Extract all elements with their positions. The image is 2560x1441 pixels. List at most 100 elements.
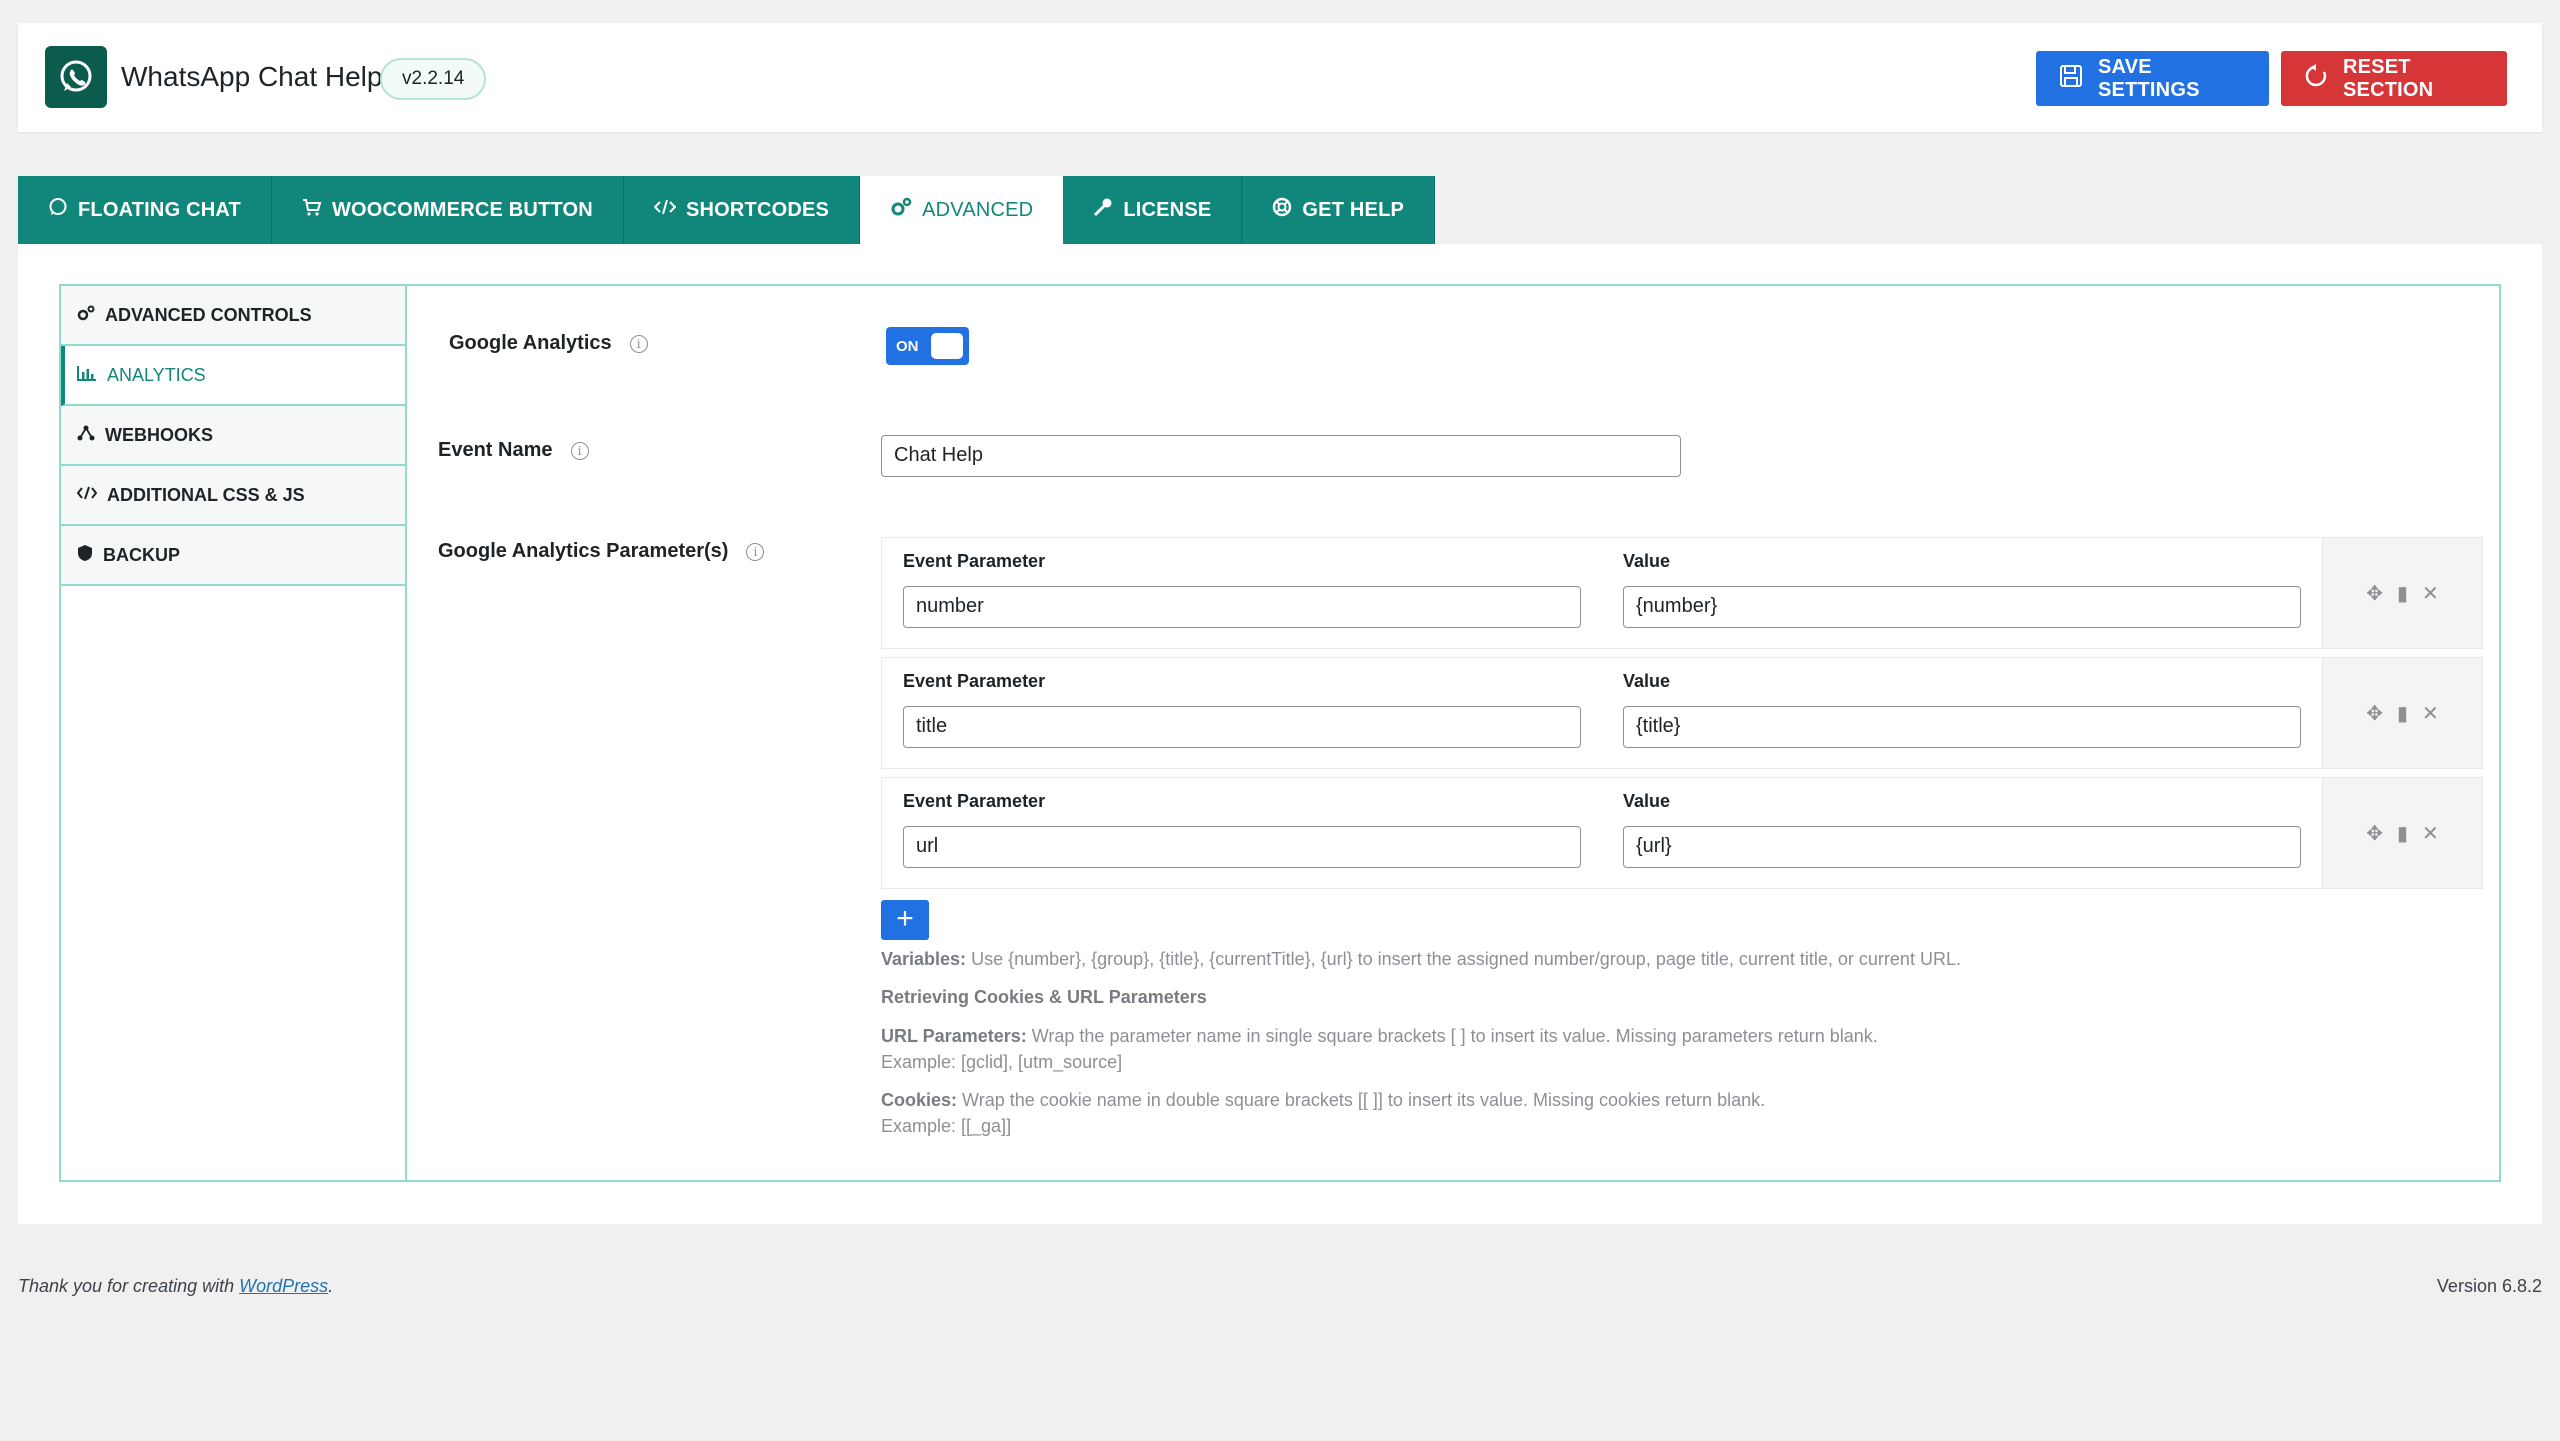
event-parameter-input[interactable]: number: [903, 586, 1581, 628]
version-badge: v2.2.14: [380, 58, 487, 100]
clone-icon[interactable]: ▮: [2397, 821, 2408, 846]
parameter-row: Event Parameter title Value {title} ✥ ▮ …: [881, 657, 2483, 769]
value-input[interactable]: {title}: [1623, 706, 2301, 748]
tab-shortcodes[interactable]: SHORTCODES: [624, 176, 861, 244]
event-name-input[interactable]: Chat Help: [881, 435, 1681, 477]
google-analytics-label-group: Google Analytics i: [449, 332, 648, 355]
footer-version: Version 6.8.2: [2436, 1276, 2542, 1296]
app-title: WhatsApp Chat Help: [121, 61, 383, 92]
row-tools: ✥ ▮ ✕: [2322, 538, 2482, 648]
clone-icon[interactable]: ▮: [2397, 581, 2408, 606]
save-settings-label: SAVE SETTINGS: [2098, 55, 2200, 101]
sidebar-item-label: ADVANCED CONTROLS: [105, 304, 312, 325]
url-parameters-help: URL Parameters: Wrap the parameter name …: [881, 1023, 1878, 1075]
value-input[interactable]: {url}: [1623, 826, 2301, 868]
ga-parameters-label-group: Google Analytics Parameter(s) i: [438, 540, 765, 563]
retrieving-heading: Retrieving Cookies & URL Parameters: [881, 984, 1207, 1010]
add-parameter-button[interactable]: +: [881, 900, 929, 940]
clone-icon[interactable]: ▮: [2397, 701, 2408, 726]
webhook-icon: [77, 425, 95, 446]
tab-license[interactable]: LICENSE: [1063, 176, 1243, 244]
whatsapp-icon: [48, 197, 68, 223]
url-parameters-help-text: Wrap the parameter name in single square…: [1026, 1026, 1878, 1046]
event-parameter-label: Event Parameter: [903, 671, 1046, 691]
cart-icon: [302, 197, 322, 223]
cookies-example: Example: [[_ga]]: [881, 1116, 1012, 1136]
value-label: Value: [1623, 791, 1671, 811]
event-name-label-group: Event Name i: [438, 439, 589, 462]
sidebar-item-webhooks[interactable]: WEBHOOKS: [61, 406, 405, 466]
wordpress-link[interactable]: WordPress: [239, 1276, 328, 1296]
remove-icon[interactable]: ✕: [2422, 581, 2439, 606]
footer-thanks-suffix: .: [328, 1276, 334, 1296]
main-tabs: FLOATING CHAT WOOCOMMERCE BUTTON SHORTCO…: [18, 176, 1436, 244]
sidebar-item-advanced-controls[interactable]: ADVANCED CONTROLS: [61, 286, 405, 346]
event-parameter-label: Event Parameter: [903, 551, 1046, 571]
variables-help-text: Use {number}, {group}, {title}, {current…: [966, 949, 1961, 969]
tab-label: FLOATING CHAT: [78, 198, 241, 221]
event-parameter-input[interactable]: url: [903, 826, 1581, 868]
code-icon: [653, 197, 677, 223]
move-icon[interactable]: ✥: [2366, 821, 2383, 846]
cookies-help-text: Wrap the cookie name in double square br…: [957, 1090, 1766, 1110]
reset-section-button[interactable]: RESET SECTION: [2281, 51, 2507, 106]
remove-icon[interactable]: ✕: [2422, 821, 2439, 846]
cookies-help: Cookies: Wrap the cookie name in double …: [881, 1087, 1765, 1139]
retrieving-heading-text: Retrieving Cookies & URL Parameters: [881, 987, 1207, 1007]
parameter-row: Event Parameter url Value {url} ✥ ▮ ✕: [881, 777, 2483, 889]
variables-help-label: Variables:: [881, 949, 967, 969]
tab-label: ADVANCED: [922, 198, 1034, 221]
toggle-knob: [931, 333, 963, 359]
tab-get-help[interactable]: GET HELP: [1242, 176, 1436, 244]
save-icon: [2058, 63, 2084, 95]
tab-label: WOOCOMMERCE BUTTON: [331, 198, 593, 221]
analytics-content: Google Analytics i ON Event Name i Chat …: [407, 286, 2499, 1180]
chart-icon: [77, 365, 97, 386]
info-icon[interactable]: i: [746, 542, 765, 561]
sidebar-item-label: ADDITIONAL CSS & JS: [107, 484, 305, 505]
key-icon: [1093, 197, 1113, 223]
tab-floating-chat[interactable]: FLOATING CHAT: [18, 176, 272, 244]
sidebar-item-backup[interactable]: BACKUP: [61, 526, 405, 586]
whatsapp-logo-icon: [45, 46, 107, 108]
reset-section-label: RESET SECTION: [2343, 55, 2434, 101]
value-label: Value: [1623, 671, 1671, 691]
google-analytics-label: Google Analytics: [449, 332, 612, 354]
parameter-row: Event Parameter number Value {number} ✥ …: [881, 537, 2483, 649]
google-analytics-toggle[interactable]: ON: [886, 327, 969, 365]
section-sidebar: ADVANCED CONTROLS ANALYTICS WEBHOOKS ADD…: [61, 286, 407, 1180]
save-settings-button[interactable]: SAVE SETTINGS: [2036, 51, 2269, 106]
reset-icon: [2303, 63, 2329, 95]
gears-icon: [890, 197, 912, 223]
sidebar-item-additional-css-js[interactable]: ADDITIONAL CSS & JS: [61, 466, 405, 526]
url-parameters-help-label: URL Parameters:: [881, 1026, 1027, 1046]
gears-icon: [77, 305, 95, 326]
plugin-header: WhatsApp Chat Help v2.2.14 SAVE SETTINGS…: [18, 23, 2542, 132]
sidebar-item-label: BACKUP: [103, 544, 181, 565]
info-icon[interactable]: i: [629, 334, 648, 353]
tab-advanced[interactable]: ADVANCED: [860, 176, 1064, 244]
tab-label: SHORTCODES: [685, 198, 830, 221]
move-icon[interactable]: ✥: [2366, 701, 2383, 726]
toggle-state-label: ON: [896, 337, 919, 355]
info-icon[interactable]: i: [570, 441, 589, 460]
settings-panel: ADVANCED CONTROLS ANALYTICS WEBHOOKS ADD…: [18, 244, 2542, 1224]
variables-help: Variables: Use {number}, {group}, {title…: [881, 946, 1961, 972]
row-tools: ✥ ▮ ✕: [2322, 778, 2482, 888]
shield-icon: [77, 544, 93, 567]
event-parameter-input[interactable]: title: [903, 706, 1581, 748]
row-tools: ✥ ▮ ✕: [2322, 658, 2482, 768]
sidebar-item-analytics[interactable]: ANALYTICS: [61, 346, 405, 406]
footer-thanks-prefix: Thank you for creating with: [18, 1276, 240, 1296]
sidebar-item-label: ANALYTICS: [107, 364, 206, 385]
value-input[interactable]: {number}: [1623, 586, 2301, 628]
remove-icon[interactable]: ✕: [2422, 701, 2439, 726]
tab-label: LICENSE: [1123, 198, 1212, 221]
sidebar-item-label: WEBHOOKS: [105, 424, 213, 445]
move-icon[interactable]: ✥: [2366, 581, 2383, 606]
cookies-help-label: Cookies:: [881, 1090, 958, 1110]
event-parameter-label: Event Parameter: [903, 791, 1046, 811]
event-name-label: Event Name: [438, 439, 553, 461]
url-parameters-example: Example: [gclid], [utm_source]: [881, 1052, 1123, 1072]
tab-woocommerce-button[interactable]: WOOCOMMERCE BUTTON: [272, 176, 624, 244]
